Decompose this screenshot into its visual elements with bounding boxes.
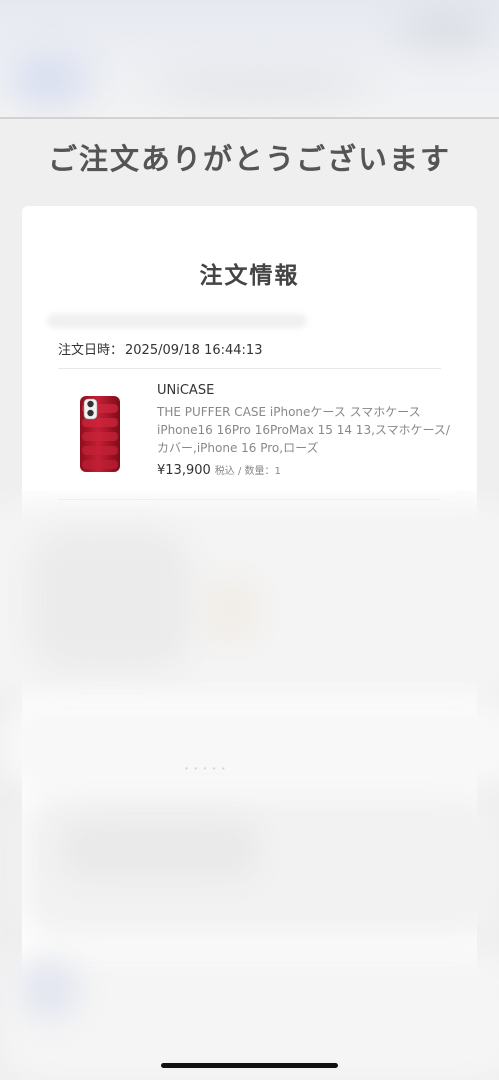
blurred-dots: ····· [185,764,231,775]
divider [58,368,441,369]
blurred-area [20,960,80,1020]
blurred-area [0,950,499,1080]
product-brand[interactable]: UNiCASE [157,383,214,398]
blurred-area [150,70,370,100]
price-row: ¥13,900 税込 / 数量：1 [157,462,281,478]
blurred-area [60,820,260,880]
blurred-area [0,700,499,790]
order-date-value: 2025/09/18 16:44:13 [125,343,263,358]
order-date: 注文日時： 2025/09/18 16:44:13 [58,339,262,358]
page-title: ご注文ありがとうございます [47,142,451,176]
product-price: ¥13,900 [157,463,211,478]
order-date-label: 注文日時： [58,343,124,358]
header-divider [0,117,499,119]
home-indicator[interactable] [161,1063,338,1068]
card-title: 注文情報 [199,263,300,289]
blurred-area [400,8,490,48]
blurred-content [0,490,499,1080]
phone-case-image[interactable] [78,394,122,474]
blurred-area [200,580,260,640]
blurred-header [0,0,499,118]
product-name[interactable]: THE PUFFER CASE iPhoneケース スマホケース iPhone1… [157,403,452,457]
blurred-area [30,530,190,670]
redacted-text [47,314,307,328]
blurred-area [10,55,90,105]
tax-quantity: 税込 / 数量：1 [214,466,281,477]
